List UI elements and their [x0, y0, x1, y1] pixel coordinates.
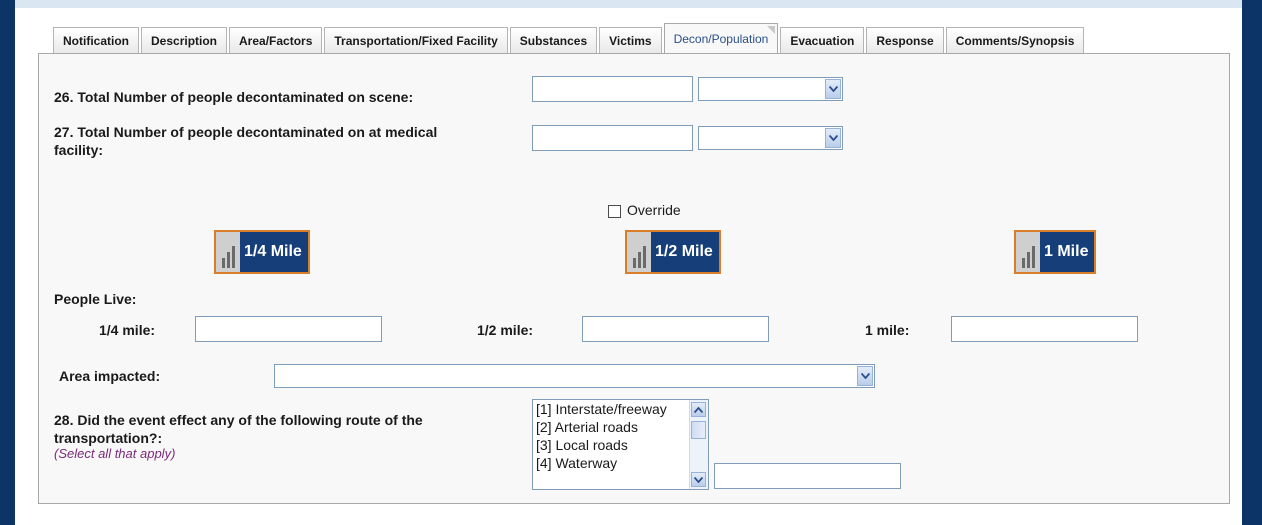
- left-border: [0, 0, 15, 525]
- chevron-down-icon[interactable]: [857, 366, 873, 386]
- half-mile-people-input[interactable]: [582, 316, 769, 342]
- people-live-label: People Live:: [54, 291, 137, 307]
- quarter-mile-button[interactable]: 1/4 Mile: [214, 230, 310, 274]
- tab-evacuation[interactable]: Evacuation: [780, 27, 865, 53]
- scroll-down-icon[interactable]: [691, 472, 706, 487]
- one-mile-button-label: 1 Mile: [1044, 243, 1089, 260]
- q28-label-line2: transportation?:: [54, 430, 163, 446]
- quarter-mile-button-label: 1/4 Mile: [244, 243, 302, 260]
- q28-label-line1: 28. Did the event effect any of the foll…: [54, 412, 423, 428]
- one-mile-button[interactable]: 1 Mile: [1014, 230, 1097, 274]
- half-mile-label: 1/2 mile:: [477, 322, 534, 338]
- q28-other-input[interactable]: [714, 463, 901, 489]
- tab-area-factors[interactable]: Area/Factors: [229, 27, 323, 53]
- tab-transportation-fixed-facility[interactable]: Transportation/Fixed Facility: [324, 27, 508, 53]
- q28-hint: (Select all that apply): [54, 446, 176, 461]
- tab-description[interactable]: Description: [141, 27, 228, 53]
- q27-unit-select[interactable]: [698, 126, 843, 150]
- quarter-mile-label: 1/4 mile:: [99, 322, 156, 338]
- one-mile-label: 1 mile:: [865, 322, 910, 338]
- list-item[interactable]: [1] Interstate/freeway: [533, 400, 708, 418]
- half-mile-button-label: 1/2 Mile: [655, 243, 713, 260]
- transportation-route-listbox[interactable]: [1] Interstate/freeway [2] Arterial road…: [532, 399, 709, 490]
- half-mile-button[interactable]: 1/2 Mile: [625, 230, 721, 274]
- chevron-down-icon[interactable]: [825, 128, 841, 148]
- tab-bar: Notification Description Area/Factors Tr…: [53, 19, 1086, 53]
- q27-label-line2: facility:: [54, 142, 104, 158]
- one-mile-people-input[interactable]: [951, 316, 1138, 342]
- signal-bars-icon: [627, 232, 651, 272]
- quarter-mile-people-input[interactable]: [195, 316, 382, 342]
- q27-unit-value: [699, 127, 842, 133]
- q26-label: 26. Total Number of people decontaminate…: [54, 89, 414, 105]
- scroll-thumb[interactable]: [691, 421, 706, 439]
- decon-population-panel: 26. Total Number of people decontaminate…: [38, 53, 1230, 504]
- listbox-scrollbar[interactable]: [689, 400, 708, 489]
- signal-bars-icon: [1016, 232, 1040, 272]
- q27-count-input[interactable]: [532, 125, 693, 151]
- tab-victims[interactable]: Victims: [599, 27, 662, 53]
- q26-count-input[interactable]: [532, 76, 693, 102]
- tab-notification[interactable]: Notification: [53, 27, 139, 53]
- q26-unit-select[interactable]: [698, 77, 843, 101]
- tab-response[interactable]: Response: [866, 27, 944, 53]
- list-item[interactable]: [4] Waterway: [533, 454, 708, 472]
- q27-label-line1: 27. Total Number of people decontaminate…: [54, 124, 438, 140]
- q27-label: 27. Total Number of people decontaminate…: [54, 123, 437, 159]
- tab-decon-population[interactable]: Decon/Population: [663, 23, 779, 53]
- area-impacted-select[interactable]: [274, 364, 875, 388]
- q26-unit-value: [699, 78, 842, 84]
- area-impacted-value: [275, 365, 874, 371]
- override-checkbox[interactable]: [608, 205, 621, 218]
- scroll-up-icon[interactable]: [691, 402, 706, 417]
- override-label: Override: [627, 202, 681, 218]
- list-item[interactable]: [2] Arterial roads: [533, 418, 708, 436]
- right-border: [1242, 0, 1262, 525]
- q28-label: 28. Did the event effect any of the foll…: [54, 411, 423, 447]
- list-item[interactable]: [3] Local roads: [533, 436, 708, 454]
- tab-comments-synopsis[interactable]: Comments/Synopsis: [945, 27, 1085, 53]
- tab-substances[interactable]: Substances: [509, 27, 598, 53]
- signal-bars-icon: [216, 232, 240, 272]
- form-page: Notification Description Area/Factors Tr…: [15, 8, 1242, 525]
- chevron-down-icon[interactable]: [825, 79, 841, 99]
- area-impacted-label: Area impacted:: [59, 368, 161, 384]
